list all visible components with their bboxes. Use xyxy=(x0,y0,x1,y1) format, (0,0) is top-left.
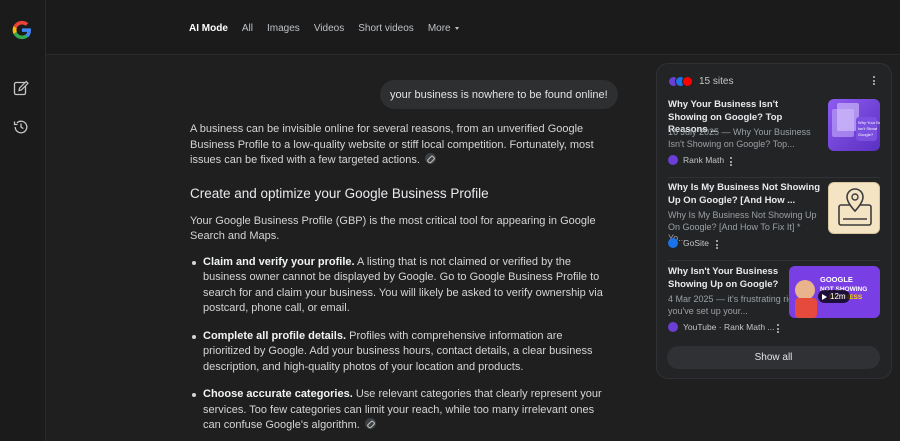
top-bar: AI Mode All Images Videos Short videos M… xyxy=(46,0,900,55)
tab-images[interactable]: Images xyxy=(267,23,300,34)
divider xyxy=(668,260,880,261)
rankmath-favicon-icon xyxy=(668,322,678,332)
tab-more-label: More xyxy=(427,23,451,34)
source-site-name: Rank Math xyxy=(683,155,725,165)
video-thumbnail[interactable]: GOOGLE NOT SHOWING BUSINESS 12m xyxy=(789,266,880,318)
sources-count: 15 sites xyxy=(699,75,734,87)
list-item: Claim and verify your profile. A listing… xyxy=(190,255,608,317)
search-tabs: AI Mode All Images Videos Short videos M… xyxy=(189,23,473,34)
source-site: Rank Math xyxy=(668,155,724,165)
history-icon[interactable] xyxy=(13,119,29,135)
rankmath-favicon-icon xyxy=(668,155,678,165)
tab-more[interactable]: More xyxy=(428,23,459,34)
section-intro: Your Google Business Profile (GBP) is th… xyxy=(190,214,596,243)
source-site: YouTube · Rank Math ... xyxy=(668,322,775,332)
answer-bullet-list: Claim and verify your profile. A listing… xyxy=(190,255,608,434)
answer-intro-text: A business can be invisible online for s… xyxy=(190,123,594,166)
answer-intro: A business can be invisible online for s… xyxy=(190,122,608,169)
divider xyxy=(668,177,880,178)
video-duration-badge: 12m xyxy=(818,290,850,303)
map-pin-icon xyxy=(838,188,872,226)
source-site-name: GoSite xyxy=(683,238,709,248)
tab-all[interactable]: All xyxy=(242,23,253,34)
caret-down-icon xyxy=(454,27,459,30)
source-more-icon[interactable] xyxy=(730,157,733,168)
source-thumbnail[interactable] xyxy=(828,182,880,234)
source-more-icon[interactable] xyxy=(777,324,780,335)
play-icon xyxy=(822,293,827,300)
thumbnail-text: Google? xyxy=(858,132,874,137)
citation-link-icon[interactable] xyxy=(424,153,436,164)
google-logo[interactable] xyxy=(11,19,33,41)
sources-header[interactable]: 15 sites xyxy=(668,73,733,89)
ai-answer: A business can be invisible online for s… xyxy=(190,122,608,441)
list-item: Complete all profile details. Profiles w… xyxy=(190,329,608,376)
source-snippet: 16 July 2025 — Why Your Business Isn't S… xyxy=(668,127,811,149)
bullet-bold: Complete all profile details. xyxy=(203,329,347,342)
tab-ai-mode[interactable]: AI Mode xyxy=(189,23,228,34)
source-site-name: YouTube · Rank Math ... xyxy=(683,322,775,332)
thumbnail-text: GOOGLE xyxy=(820,275,853,284)
more-options-icon[interactable] xyxy=(873,76,876,87)
thumbnail-text: Why Your Bus xyxy=(858,120,880,125)
thumbnail-art: Why Your Bus Isn't Showi Google? xyxy=(832,103,880,141)
source-site: GoSite xyxy=(668,238,709,248)
new-chat-icon[interactable] xyxy=(13,80,29,96)
bullet-bold: Choose accurate categories. xyxy=(203,388,353,400)
list-item: Choose accurate categories. Use relevant… xyxy=(190,387,608,434)
youtube-favicon-icon xyxy=(682,75,693,87)
gosite-favicon-icon xyxy=(668,238,678,248)
sources-panel: 15 sites Why Your Business Isn't Showing… xyxy=(656,63,892,379)
show-all-button[interactable]: Show all xyxy=(667,346,880,369)
video-duration: 12m xyxy=(830,292,846,301)
citation-link-icon[interactable] xyxy=(364,418,376,429)
tab-short-videos[interactable]: Short videos xyxy=(358,23,414,34)
thumbnail-text: Isn't Showi xyxy=(858,126,877,131)
answer-heading: Create and optimize your Google Business… xyxy=(190,185,489,201)
tab-videos[interactable]: Videos xyxy=(314,23,344,34)
source-more-icon[interactable] xyxy=(716,240,719,251)
left-rail xyxy=(0,0,46,441)
source-title[interactable]: Why Is My Business Not Showing Up On Goo… xyxy=(668,182,820,207)
source-thumbnail[interactable]: Why Your Bus Isn't Showi Google? xyxy=(828,99,880,151)
user-query-bubble: your business is nowhere to be found onl… xyxy=(380,80,618,109)
bullet-bold: Claim and verify your profile. xyxy=(203,255,355,268)
